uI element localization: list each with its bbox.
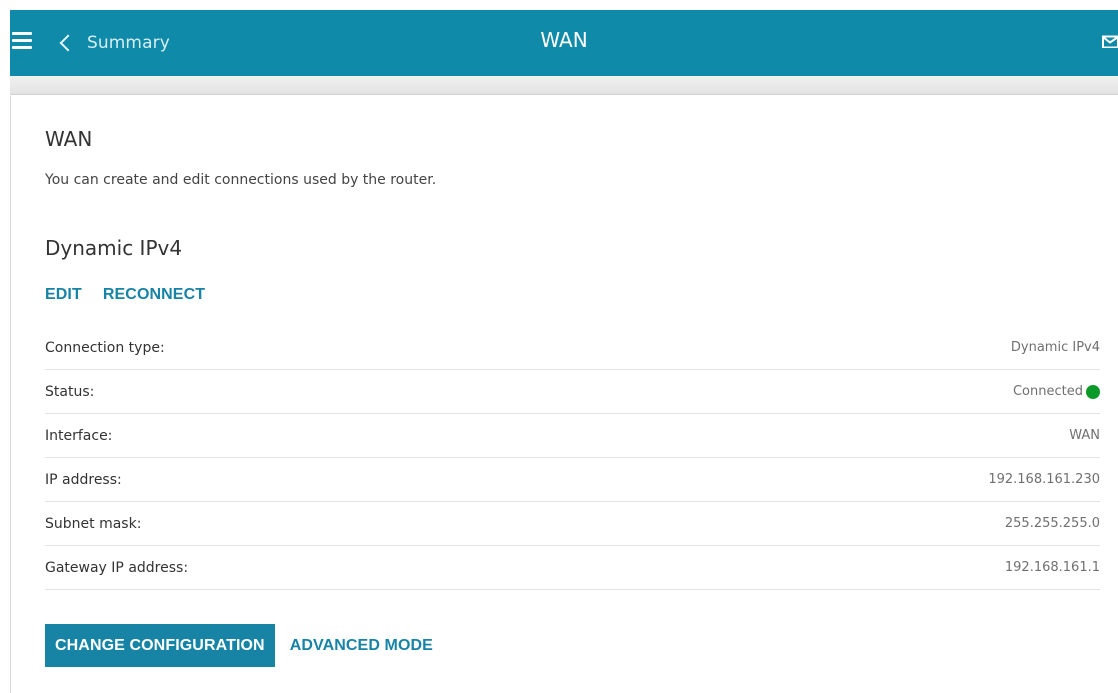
detail-value: 192.168.161.230 [988, 472, 1100, 487]
detail-label: Subnet mask: [45, 515, 142, 532]
mail-icon[interactable] [1102, 34, 1118, 48]
detail-row-status: Status: Connected [45, 370, 1100, 414]
reconnect-button[interactable]: RECONNECT [103, 286, 205, 304]
edit-button[interactable]: EDIT [45, 286, 82, 304]
detail-row-connection-type: Connection type: Dynamic IPv4 [45, 326, 1100, 370]
detail-row-gateway-ip: Gateway IP address: 192.168.161.1 [45, 546, 1100, 590]
connection-actions: EDIT RECONNECT [45, 286, 205, 304]
detail-row-ip-address: IP address: 192.168.161.230 [45, 458, 1100, 502]
page-header-title: WAN [540, 28, 588, 52]
change-configuration-button[interactable]: CHANGE CONFIGURATION [45, 624, 275, 667]
detail-label: Connection type: [45, 339, 165, 356]
status-indicator-icon [1086, 384, 1100, 399]
detail-row-subnet-mask: Subnet mask: 255.255.255.0 [45, 502, 1100, 546]
app-window: Summary WAN WAN You can create and edit … [0, 0, 1118, 693]
detail-label: Status: [45, 383, 95, 400]
detail-label: Interface: [45, 427, 113, 444]
connection-name-heading: Dynamic IPv4 [45, 236, 183, 260]
detail-value: 192.168.161.1 [1004, 560, 1100, 575]
detail-value: 255.255.255.0 [1004, 516, 1100, 531]
status-value: Connected [1013, 384, 1100, 399]
advanced-mode-link[interactable]: ADVANCED MODE [290, 637, 433, 655]
status-text: Connected [1012, 384, 1083, 399]
detail-value: WAN [1069, 428, 1100, 443]
top-navigation-bar: Summary WAN [10, 10, 1118, 76]
bottom-actions: CHANGE CONFIGURATION ADVANCED MODE [45, 624, 433, 667]
content-left-border [10, 96, 11, 693]
header-shadow-divider [10, 76, 1118, 95]
detail-row-interface: Interface: WAN [45, 414, 1100, 458]
detail-label: Gateway IP address: [45, 559, 189, 576]
connection-details-table: Connection type: Dynamic IPv4 Status: Co… [45, 326, 1100, 590]
detail-label: IP address: [45, 471, 122, 488]
page-description: You can create and edit connections used… [45, 172, 437, 188]
detail-value: Dynamic IPv4 [1010, 340, 1100, 355]
page-title: WAN [45, 127, 93, 151]
